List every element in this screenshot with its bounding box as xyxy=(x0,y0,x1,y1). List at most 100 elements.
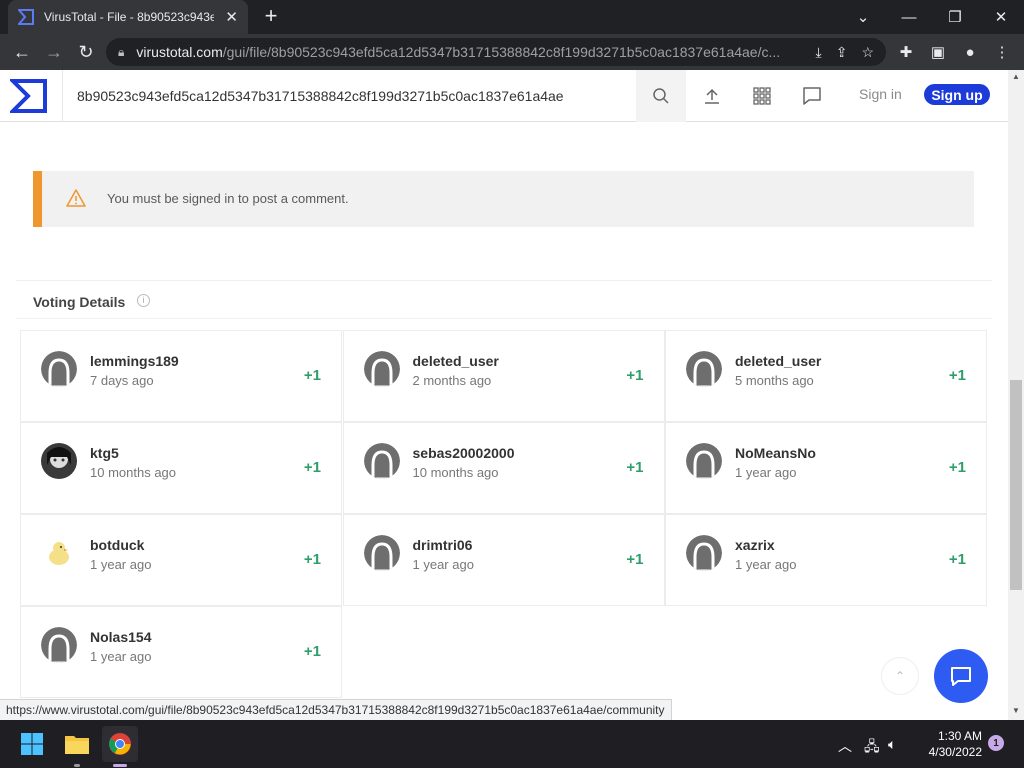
voter-username[interactable]: deleted_user xyxy=(413,353,499,369)
chat-icon[interactable] xyxy=(800,84,824,108)
vote-time: 1 year ago xyxy=(412,557,474,572)
search-button[interactable] xyxy=(636,70,686,122)
new-tab-button[interactable]: + xyxy=(258,4,284,30)
vote-card: deleted_user 5 months ago +1 xyxy=(665,330,987,422)
user-avatar[interactable] xyxy=(686,351,722,387)
vote-time: 10 months ago xyxy=(90,465,177,480)
divider xyxy=(16,318,992,319)
voter-username[interactable]: deleted_user xyxy=(735,353,821,369)
notification-badge[interactable]: 1 xyxy=(988,735,1004,751)
windows-taskbar: ︿ 🖧︎ 🔈︎ 1:30 AM 4/30/2022 1 xyxy=(0,720,1024,768)
sign-in-alert: You must be signed in to post a comment. xyxy=(33,171,974,227)
vote-time: 1 year ago xyxy=(735,557,797,572)
info-icon[interactable]: i xyxy=(137,294,150,307)
scroll-up-arrow-icon[interactable]: ▲ xyxy=(1012,72,1020,81)
vote-value: +1 xyxy=(948,551,966,568)
tray-chevron-icon[interactable]: ︿ xyxy=(838,736,852,756)
vote-value: +1 xyxy=(948,459,966,476)
voter-username[interactable]: ktg5 xyxy=(90,445,119,461)
side-panel-icon[interactable]: ▣ xyxy=(928,42,948,62)
search-input[interactable]: 8b90523c943efd5ca12d5347b31715388842c8f1… xyxy=(62,70,636,122)
user-avatar[interactable] xyxy=(41,351,77,387)
vt-header: 8b90523c943efd5ca12d5347b31715388842c8f1… xyxy=(0,70,1008,122)
voter-username[interactable]: NoMeansNo xyxy=(735,445,816,461)
vote-time: 10 months ago xyxy=(412,465,499,480)
main-content: You must be signed in to post a comment.… xyxy=(0,122,1008,720)
tab-close-icon[interactable]: ✕ xyxy=(225,8,238,26)
voter-username[interactable]: botduck xyxy=(90,537,144,553)
extensions-puzzle-icon[interactable]: ✚ xyxy=(896,42,916,62)
user-avatar[interactable] xyxy=(363,443,400,479)
scrollbar-thumb[interactable] xyxy=(1010,380,1022,590)
status-bar-url: https://www.virustotal.com/gui/file/8b90… xyxy=(0,699,672,720)
reload-icon[interactable]: ↻ xyxy=(72,38,100,66)
close-window-button[interactable]: ✕ xyxy=(978,0,1024,34)
chat-bubble-icon xyxy=(951,667,971,686)
minimize-button[interactable]: — xyxy=(886,0,932,34)
warning-icon xyxy=(66,189,86,207)
restore-button[interactable]: ❐ xyxy=(932,0,978,34)
browser-menu-icon[interactable]: ⋮ xyxy=(992,42,1012,62)
clock[interactable]: 1:30 AM 4/30/2022 xyxy=(912,728,982,760)
vote-value: +1 xyxy=(303,551,321,568)
sign-in-link[interactable]: Sign in xyxy=(859,86,902,102)
share-icon[interactable]: ⇪ xyxy=(836,44,848,61)
profile-avatar-icon[interactable]: ● xyxy=(960,42,980,62)
vote-time: 7 days ago xyxy=(90,373,154,388)
chrome-taskbar-button[interactable] xyxy=(102,726,138,762)
clock-date: 4/30/2022 xyxy=(928,745,982,759)
vote-value: +1 xyxy=(626,459,644,476)
voter-username[interactable]: sebas20002000 xyxy=(413,445,515,461)
vote-card: sebas20002000 10 months ago +1 xyxy=(342,422,665,514)
vote-value: +1 xyxy=(303,459,321,476)
file-explorer-button[interactable] xyxy=(59,726,95,762)
running-indicator xyxy=(74,764,80,767)
voter-username[interactable]: xazrix xyxy=(735,537,775,553)
chat-support-button[interactable] xyxy=(934,649,988,703)
user-avatar[interactable] xyxy=(363,351,400,387)
bookmark-star-icon[interactable]: ☆ xyxy=(861,44,874,61)
upload-icon[interactable] xyxy=(700,84,724,108)
page-scrollbar[interactable]: ▲ ▼ xyxy=(1008,70,1024,720)
forward-arrow-icon[interactable]: → xyxy=(40,38,68,66)
divider xyxy=(16,280,992,281)
lock-icon: 🔒︎ xyxy=(118,44,125,59)
vote-value: +1 xyxy=(303,643,321,660)
clock-time: 1:30 AM xyxy=(937,729,982,743)
sign-up-button[interactable]: Sign up xyxy=(924,84,990,105)
browser-tab-strip: VirusTotal - File - 8b90523c943ef ✕ + ⌄ … xyxy=(0,0,1024,34)
voter-username[interactable]: lemmings189 xyxy=(90,353,179,369)
virustotal-logo-icon[interactable] xyxy=(10,78,48,114)
vote-time: 1 year ago xyxy=(90,649,152,664)
network-icon[interactable]: 🖧︎ xyxy=(864,736,880,760)
vote-card: ktg5 10 months ago +1 xyxy=(20,422,342,514)
folder-icon xyxy=(65,736,89,754)
tab-search-chevron-icon[interactable]: ⌄ xyxy=(840,0,886,34)
vote-time: 5 months ago xyxy=(735,373,814,388)
user-avatar[interactable] xyxy=(686,443,722,479)
active-indicator xyxy=(113,764,127,767)
user-avatar[interactable] xyxy=(41,627,77,663)
scroll-down-arrow-icon[interactable]: ▼ xyxy=(1012,706,1020,715)
user-avatar[interactable] xyxy=(41,535,77,571)
voter-username[interactable]: drimtri06 xyxy=(413,537,473,553)
vote-card: NoMeansNo 1 year ago +1 xyxy=(665,422,987,514)
volume-icon[interactable]: 🔈︎ xyxy=(888,736,896,753)
vote-value: +1 xyxy=(303,367,321,384)
vote-card: lemmings189 7 days ago +1 xyxy=(20,330,342,422)
virustotal-favicon-icon xyxy=(18,9,34,25)
start-button[interactable] xyxy=(14,726,50,762)
address-bar[interactable]: 🔒︎ virustotal.com/gui/file/8b90523c943ef… xyxy=(106,38,886,66)
scroll-to-top-button[interactable]: ⌃ xyxy=(881,657,919,695)
voter-username[interactable]: Nolas154 xyxy=(90,629,151,645)
user-avatar[interactable] xyxy=(363,535,400,571)
apps-grid-icon[interactable] xyxy=(750,84,774,108)
url-text[interactable]: virustotal.com/gui/file/8b90523c943efd5c… xyxy=(136,44,801,60)
vote-time: 2 months ago xyxy=(412,373,492,388)
back-arrow-icon[interactable]: ← xyxy=(8,38,36,66)
browser-tab[interactable]: VirusTotal - File - 8b90523c943ef ✕ xyxy=(8,0,248,34)
vote-card: deleted_user 2 months ago +1 xyxy=(342,330,665,422)
user-avatar[interactable] xyxy=(41,443,77,479)
install-app-icon[interactable]: ⤓ xyxy=(816,44,822,61)
user-avatar[interactable] xyxy=(686,535,722,571)
